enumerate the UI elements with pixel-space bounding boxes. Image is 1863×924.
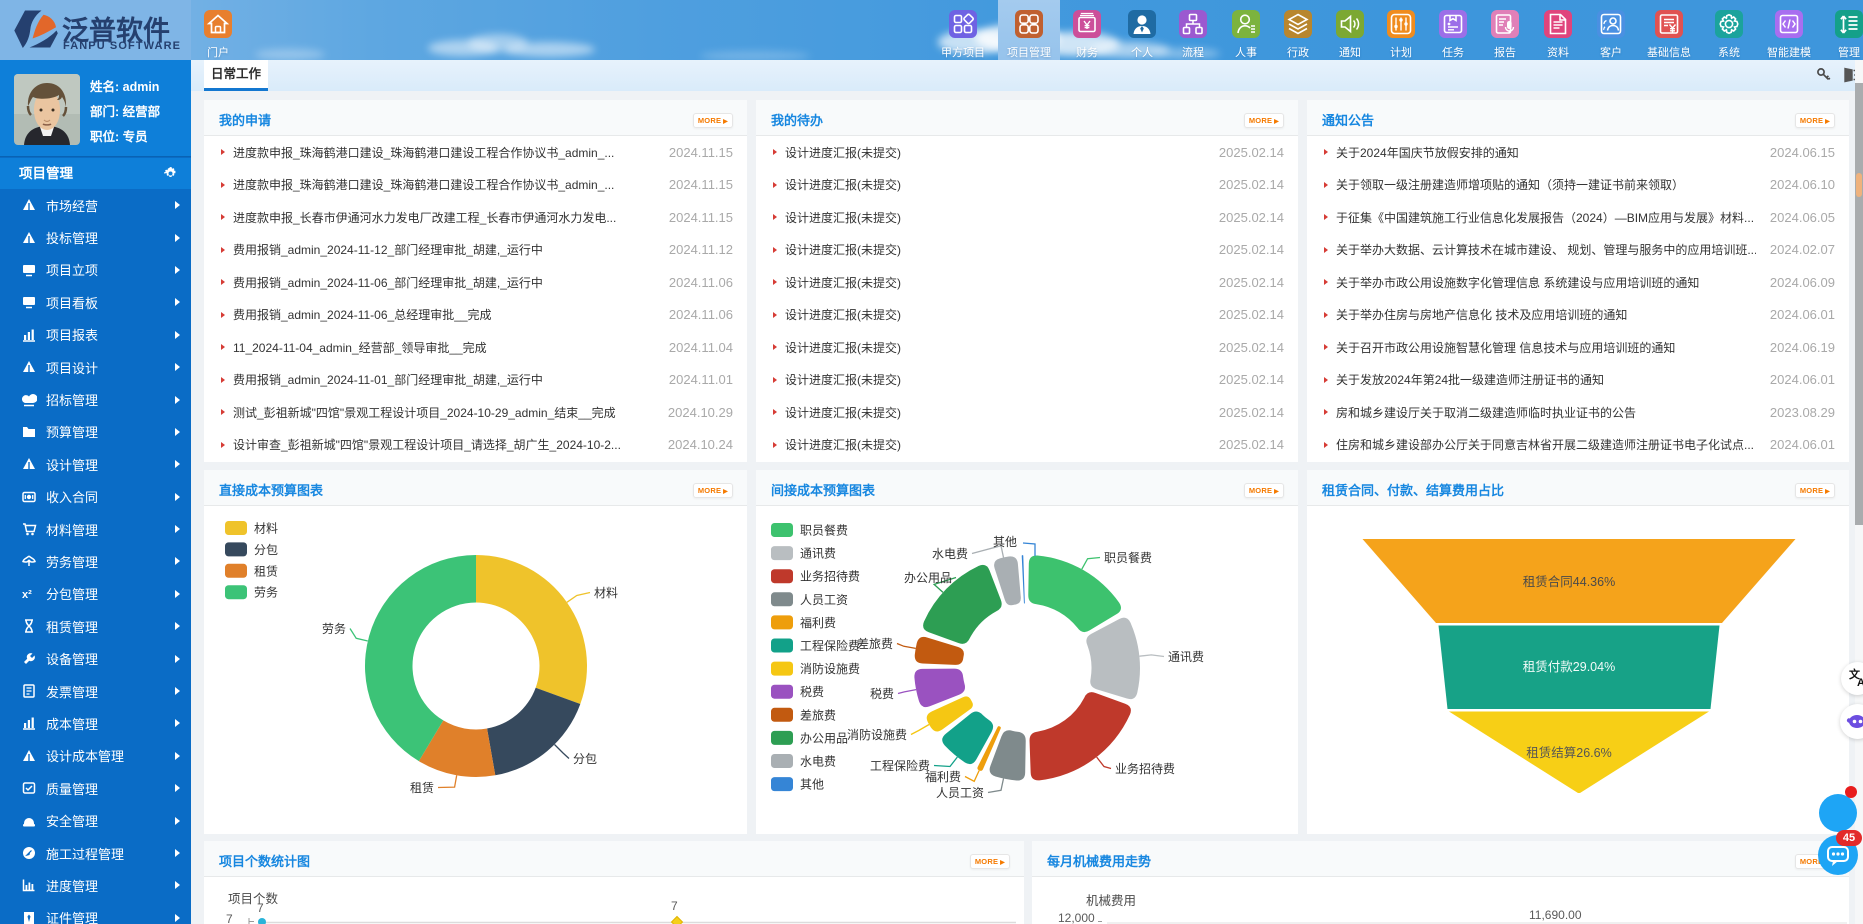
svg-text:差旅费: 差旅费 (800, 708, 836, 722)
svg-text:材料: 材料 (254, 522, 278, 536)
svg-text:租赁合同44.36%: 租赁合同44.36% (1523, 574, 1615, 589)
svg-text:消防设施费: 消防设施费 (847, 727, 907, 742)
svg-text:职员餐费: 职员餐费 (1104, 550, 1152, 565)
svg-text:水电费: 水电费 (800, 755, 836, 769)
svg-text:职员餐费: 职员餐费 (800, 523, 848, 538)
svg-text:租赁结算26.6%: 租赁结算26.6% (1526, 745, 1611, 760)
svg-text:材料: 材料 (594, 586, 618, 600)
svg-text:租赁: 租赁 (410, 781, 434, 795)
svg-text:通讯费: 通讯费 (1168, 650, 1204, 664)
svg-text:租赁: 租赁 (254, 564, 278, 578)
svg-text:分包: 分包 (573, 752, 597, 766)
svg-text:水电费: 水电费 (932, 547, 968, 561)
svg-text:劳务: 劳务 (254, 585, 278, 600)
svg-text:税费: 税费 (870, 687, 894, 701)
svg-text:分包: 分包 (254, 543, 278, 557)
svg-text:业务招待费: 业务招待费 (800, 569, 860, 584)
svg-text:差旅费: 差旅费 (857, 637, 893, 651)
svg-text:通讯费: 通讯费 (800, 547, 836, 561)
svg-text:劳务: 劳务 (322, 621, 346, 636)
svg-text:A: A (1857, 677, 1863, 689)
svg-text:其他: 其他 (993, 535, 1017, 549)
svg-text:福利费: 福利费 (925, 769, 961, 784)
svg-text:其他: 其他 (800, 778, 824, 792)
svg-text:人员工资: 人员工资 (936, 786, 984, 800)
svg-text:工程保险费: 工程保险费 (800, 638, 860, 653)
svg-text:办公用品: 办公用品 (800, 730, 848, 745)
svg-text:租赁付款29.04%: 租赁付款29.04% (1523, 660, 1615, 674)
svg-text:福利费: 福利费 (800, 615, 836, 630)
svg-text:工程保险费: 工程保险费 (870, 758, 930, 773)
svg-text:x²: x² (22, 589, 32, 601)
svg-text:业务招待费: 业务招待费 (1115, 761, 1175, 776)
svg-text:消防设施费: 消防设施费 (800, 661, 860, 676)
svg-text:人员工资: 人员工资 (800, 593, 848, 607)
svg-text:办公用品: 办公用品 (904, 570, 952, 585)
svg-text:税费: 税费 (800, 685, 824, 699)
